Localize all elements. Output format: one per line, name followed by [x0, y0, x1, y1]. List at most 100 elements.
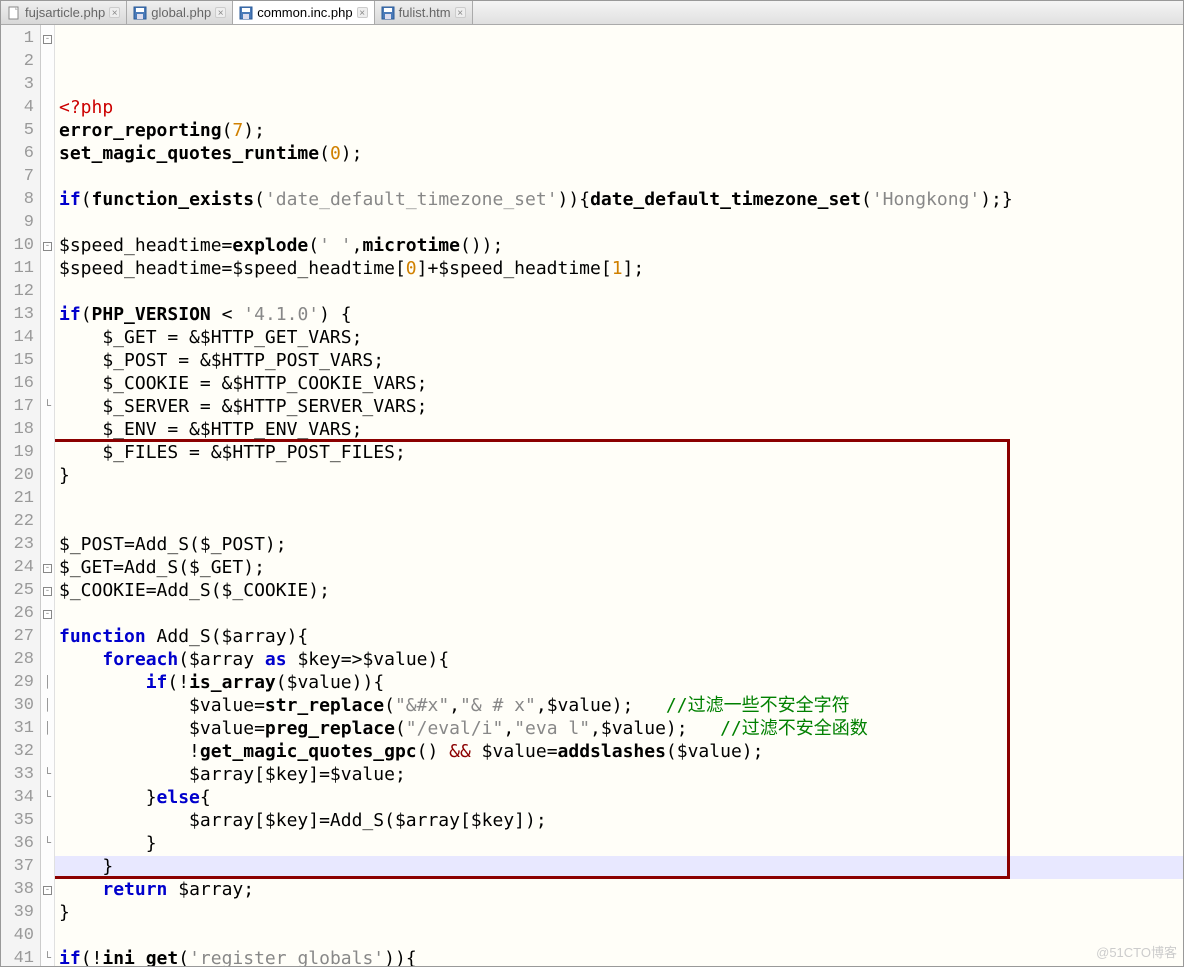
line-number: 2 — [1, 50, 34, 73]
tab-global-php[interactable]: global.php× — [127, 1, 233, 24]
code-content: <?php error_reporting(7); set_magic_quot… — [59, 96, 1183, 966]
fold-marker[interactable]: - — [41, 579, 54, 602]
fold-marker[interactable] — [41, 441, 54, 464]
fold-marker[interactable] — [41, 50, 54, 73]
editor-window: fujsarticle.php×global.php×common.inc.ph… — [0, 0, 1184, 967]
line-number: 37 — [1, 855, 34, 878]
line-number: 27 — [1, 625, 34, 648]
line-number: 16 — [1, 372, 34, 395]
fold-marker[interactable] — [41, 487, 54, 510]
fold-marker[interactable] — [41, 901, 54, 924]
tab-common-inc-php[interactable]: common.inc.php × — [233, 1, 374, 24]
fold-marker[interactable]: - — [41, 27, 54, 50]
line-number: 18 — [1, 418, 34, 441]
fold-marker[interactable]: │ — [41, 671, 54, 694]
tab-bar: fujsarticle.php×global.php×common.inc.ph… — [1, 1, 1183, 25]
fold-marker[interactable] — [41, 855, 54, 878]
fold-marker[interactable] — [41, 326, 54, 349]
line-number: 15 — [1, 349, 34, 372]
save-icon — [133, 6, 147, 20]
line-number: 34 — [1, 786, 34, 809]
line-number: 19 — [1, 441, 34, 464]
line-number: 23 — [1, 533, 34, 556]
line-number: 3 — [1, 73, 34, 96]
tab-fujsarticle-php[interactable]: fujsarticle.php × — [1, 1, 127, 24]
fold-marker[interactable] — [41, 372, 54, 395]
fold-marker[interactable]: - — [41, 234, 54, 257]
fold-marker[interactable] — [41, 740, 54, 763]
code-area[interactable]: <?php error_reporting(7); set_magic_quot… — [55, 25, 1183, 966]
fold-marker[interactable] — [41, 924, 54, 947]
line-number: 31 — [1, 717, 34, 740]
line-number: 22 — [1, 510, 34, 533]
line-number: 28 — [1, 648, 34, 671]
fold-gutter: --└---│││└└└-└ — [41, 25, 55, 966]
workspace: 1234567891011121314151617181920212223242… — [1, 25, 1183, 966]
save-icon — [239, 6, 253, 20]
line-number: 33 — [1, 763, 34, 786]
fold-marker[interactable]: - — [41, 556, 54, 579]
line-number: 13 — [1, 303, 34, 326]
close-icon[interactable]: × — [455, 7, 466, 18]
line-number: 41 — [1, 947, 34, 966]
line-number: 32 — [1, 740, 34, 763]
fold-marker[interactable] — [41, 625, 54, 648]
line-number: 1 — [1, 27, 34, 50]
fold-marker[interactable] — [41, 510, 54, 533]
line-number: 25 — [1, 579, 34, 602]
fold-marker[interactable] — [41, 73, 54, 96]
close-icon[interactable]: × — [215, 7, 226, 18]
file-icon — [7, 6, 21, 20]
line-number: 29 — [1, 671, 34, 694]
line-number: 39 — [1, 901, 34, 924]
line-number: 12 — [1, 280, 34, 303]
line-number: 17 — [1, 395, 34, 418]
line-number: 6 — [1, 142, 34, 165]
line-number-gutter: 1234567891011121314151617181920212223242… — [1, 25, 41, 966]
line-number: 8 — [1, 188, 34, 211]
fold-marker[interactable] — [41, 165, 54, 188]
fold-marker[interactable] — [41, 303, 54, 326]
fold-marker[interactable]: └ — [41, 947, 54, 966]
line-number: 21 — [1, 487, 34, 510]
fold-marker[interactable] — [41, 464, 54, 487]
fold-marker[interactable]: └ — [41, 832, 54, 855]
tab-label: common.inc.php — [257, 5, 352, 20]
fold-marker[interactable] — [41, 257, 54, 280]
fold-marker[interactable] — [41, 96, 54, 119]
line-number: 9 — [1, 211, 34, 234]
fold-marker[interactable] — [41, 188, 54, 211]
fold-marker[interactable]: - — [41, 602, 54, 625]
fold-marker[interactable]: └ — [41, 763, 54, 786]
fold-marker[interactable]: └ — [41, 395, 54, 418]
line-number: 38 — [1, 878, 34, 901]
tab-label: fujsarticle.php — [25, 5, 105, 20]
fold-marker[interactable] — [41, 533, 54, 556]
save-icon — [381, 6, 395, 20]
fold-marker[interactable] — [41, 211, 54, 234]
fold-marker[interactable] — [41, 349, 54, 372]
line-number: 40 — [1, 924, 34, 947]
fold-marker[interactable]: │ — [41, 694, 54, 717]
tab-label: fulist.htm — [399, 5, 451, 20]
fold-marker[interactable] — [41, 809, 54, 832]
line-number: 24 — [1, 556, 34, 579]
line-number: 10 — [1, 234, 34, 257]
tab-fulist-htm[interactable]: fulist.htm × — [375, 1, 473, 24]
fold-marker[interactable] — [41, 119, 54, 142]
close-icon[interactable]: × — [357, 7, 368, 18]
fold-marker[interactable] — [41, 648, 54, 671]
line-number: 14 — [1, 326, 34, 349]
line-number: 35 — [1, 809, 34, 832]
line-number: 36 — [1, 832, 34, 855]
line-number: 5 — [1, 119, 34, 142]
fold-marker[interactable]: └ — [41, 786, 54, 809]
fold-marker[interactable]: │ — [41, 717, 54, 740]
fold-marker[interactable] — [41, 142, 54, 165]
fold-marker[interactable] — [41, 280, 54, 303]
line-number: 11 — [1, 257, 34, 280]
fold-marker[interactable] — [41, 418, 54, 441]
close-icon[interactable]: × — [109, 7, 120, 18]
line-number: 30 — [1, 694, 34, 717]
fold-marker[interactable]: - — [41, 878, 54, 901]
